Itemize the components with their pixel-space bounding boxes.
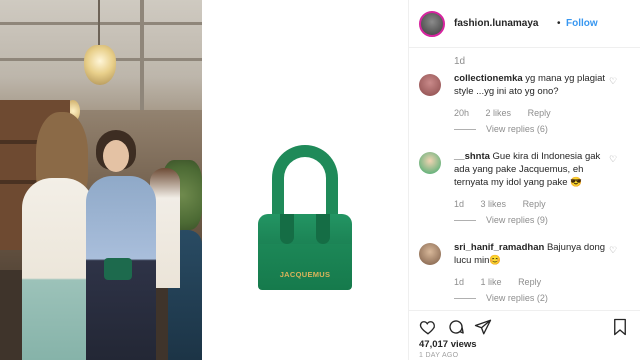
comment-text: sri_hanif_ramadhan Bajunya dong lucu min… [454, 241, 614, 267]
reply-button[interactable]: Reply [518, 277, 541, 287]
view-replies-label[interactable]: View replies (9) [486, 215, 548, 225]
bag-brand-logo: JACQUEMUS [279, 270, 331, 279]
replies-divider [454, 129, 476, 131]
post-sidebar: fashion.lunamaya • Follow 1d collectione… [408, 0, 640, 360]
woman-center-face [103, 140, 129, 172]
separator-dot: • [557, 18, 561, 29]
post-time: 1d [454, 56, 466, 67]
bag-notch [280, 214, 294, 244]
bag-notch [316, 214, 330, 244]
comment-username[interactable]: __shnta [454, 151, 490, 162]
comment-meta: 20h 2 likes Reply [454, 108, 565, 118]
post-username[interactable]: fashion.lunamaya [454, 18, 538, 29]
replies-divider [454, 220, 476, 222]
avatar[interactable] [419, 152, 441, 174]
follow-button[interactable]: Follow [566, 18, 598, 29]
comment-text: __shnta Gue kira di Indonesia gak ada ya… [454, 150, 614, 189]
chandelier-wire [98, 0, 100, 48]
woman-left [22, 178, 94, 360]
post-actions [409, 310, 640, 340]
comment-likes[interactable]: 1 like [481, 277, 502, 287]
comment-meta: 1d 3 likes Reply [454, 199, 560, 209]
view-replies[interactable]: View replies (9) [454, 215, 548, 225]
comment-username[interactable]: collectionemka [454, 73, 523, 84]
post-photo [0, 0, 202, 360]
like-comment-heart-icon[interactable]: ♡ [609, 76, 617, 87]
comment-icon[interactable] [445, 316, 467, 338]
view-replies-label[interactable]: View replies (6) [486, 124, 548, 134]
avatar[interactable] [419, 11, 445, 37]
bookmark-icon[interactable] [609, 316, 631, 338]
ceiling-beam [0, 22, 202, 25]
comment-likes[interactable]: 3 likes [481, 199, 507, 209]
view-replies[interactable]: View replies (6) [454, 124, 548, 134]
reply-button[interactable]: Reply [528, 108, 551, 118]
avatar[interactable] [419, 74, 441, 96]
post-header: fashion.lunamaya • Follow [409, 0, 640, 48]
comment-time: 1d [454, 199, 465, 209]
like-comment-heart-icon[interactable]: ♡ [609, 245, 617, 256]
comment-meta: 1d 1 like Reply [454, 277, 555, 287]
heart-icon[interactable] [417, 316, 439, 338]
comment-likes[interactable]: 2 likes [486, 108, 512, 118]
share-icon[interactable] [472, 316, 494, 338]
chandelier [84, 45, 116, 85]
comment-username[interactable]: sri_hanif_ramadhan [454, 242, 544, 253]
green-mini-bag [104, 258, 132, 280]
view-replies[interactable]: View replies (2) [454, 293, 548, 303]
like-comment-heart-icon[interactable]: ♡ [609, 154, 617, 165]
ceiling-beam [140, 0, 144, 110]
post-date: 1 DAY AGO [419, 352, 459, 359]
reply-button[interactable]: Reply [523, 199, 546, 209]
comment-time: 1d [454, 277, 465, 287]
bag-body [258, 244, 352, 290]
product-image: JACQUEMUS [202, 0, 408, 360]
replies-divider [454, 298, 476, 300]
comment-time: 20h [454, 108, 470, 118]
view-count[interactable]: 47,017 views [419, 339, 477, 350]
avatar[interactable] [419, 243, 441, 265]
comment-text: collectionemka yg mana yg plagiat style … [454, 72, 614, 98]
view-replies-label[interactable]: View replies (2) [486, 293, 548, 303]
